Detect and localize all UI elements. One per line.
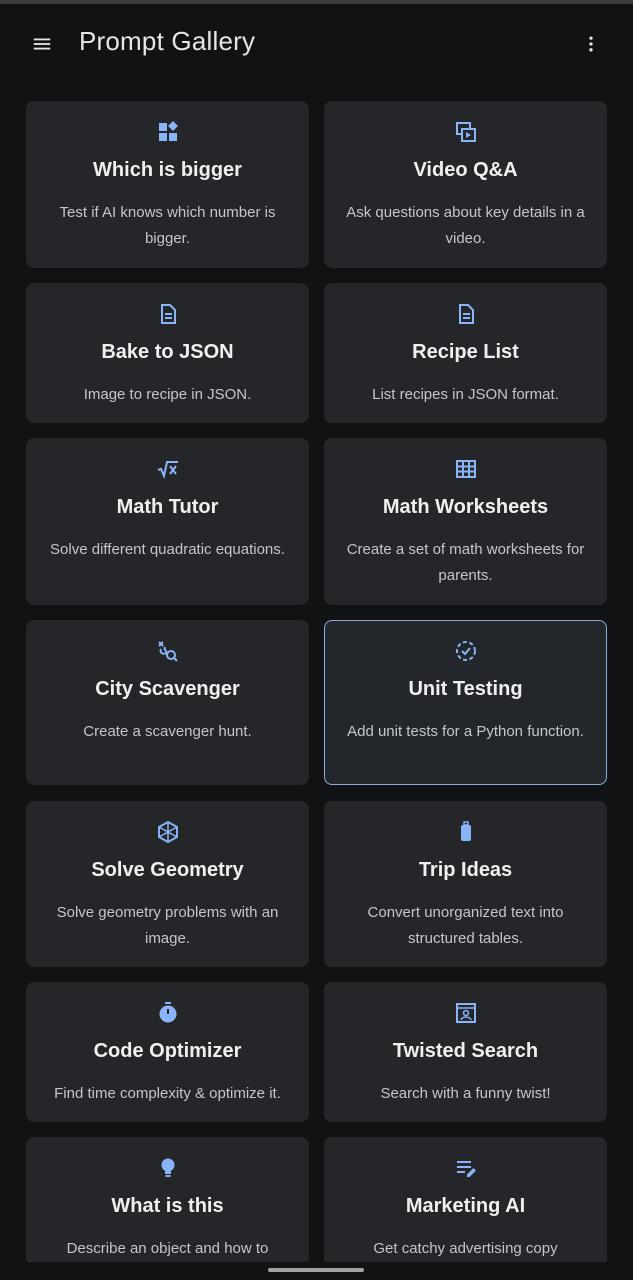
card-description: Image to recipe in JSON. — [83, 386, 252, 403]
more-vert-icon — [589, 36, 593, 52]
prompt-card[interactable]: Bake to JSON Image to recipe in JSON. — [26, 283, 309, 423]
card-description: Solve geometry problems with an image. — [56, 904, 279, 947]
route-search-icon — [27, 639, 308, 663]
video-library-icon — [325, 120, 606, 144]
card-description: Create a set of math worksheets for pare… — [346, 541, 585, 584]
card-description: Test if AI knows which number is bigger. — [59, 204, 276, 247]
card-description: List recipes in JSON format. — [372, 386, 559, 403]
card-description: Find time complexity & optimize it. — [54, 1085, 281, 1102]
card-title: City Scavenger — [95, 678, 240, 700]
card-title: Math Tutor — [116, 496, 219, 518]
card-title: Trip Ideas — [418, 859, 513, 881]
card-description: Ask questions about key details in a vid… — [346, 204, 585, 247]
widgets-icon — [27, 120, 308, 144]
card-title: Math Worksheets — [382, 496, 549, 518]
card-description: Solve different quadratic equations. — [50, 541, 285, 558]
prompt-card-selected[interactable]: Unit Testing Add unit tests for a Python… — [324, 620, 607, 785]
prompt-card[interactable]: Code Optimizer Find time complexity & op… — [26, 982, 309, 1122]
polyhedron-icon — [27, 820, 308, 844]
card-title: Marketing AI — [405, 1195, 526, 1217]
card-title: Code Optimizer — [93, 1040, 242, 1062]
table-icon — [325, 457, 606, 481]
card-title: Unit Testing — [408, 678, 523, 700]
prompt-card[interactable]: Which is bigger Test if AI knows which n… — [26, 101, 309, 268]
card-title: Solve Geometry — [91, 859, 244, 881]
card-title: Twisted Search — [392, 1040, 539, 1062]
portrait-frame-icon — [325, 1001, 606, 1025]
prompt-card[interactable]: Solve Geometry Solve geometry problems w… — [26, 801, 309, 967]
card-title: Bake to JSON — [101, 341, 234, 363]
dashed-check-circle-icon — [325, 639, 606, 663]
timer-icon — [27, 1001, 308, 1025]
prompt-card[interactable]: Marketing AI Get catchy advertising copy — [324, 1137, 607, 1267]
edit-notes-icon — [325, 1156, 606, 1180]
card-title: Video Q&A — [413, 159, 518, 181]
app-bar: Prompt Gallery — [0, 4, 633, 86]
page-title: Prompt Gallery — [79, 26, 256, 56]
card-title: What is this — [111, 1195, 224, 1217]
prompt-card[interactable]: Recipe List List recipes in JSON format. — [324, 283, 607, 423]
prompt-card[interactable]: Math Tutor Solve different quadratic equ… — [26, 438, 309, 605]
card-description: Describe an object and how to — [66, 1240, 269, 1257]
card-description: Get catchy advertising copy — [373, 1240, 558, 1257]
luggage-icon — [325, 820, 606, 844]
more-options-button[interactable] — [574, 26, 608, 62]
menu-button[interactable] — [22, 26, 62, 62]
prompt-card[interactable]: City Scavenger Create a scavenger hunt. — [26, 620, 309, 785]
lightbulb-icon — [27, 1156, 308, 1180]
card-description: Convert unorganized text into structured… — [367, 904, 564, 947]
prompt-card[interactable]: Video Q&A Ask questions about key detail… — [324, 101, 607, 268]
card-description: Create a scavenger hunt. — [83, 723, 252, 740]
prompt-card[interactable]: What is this Describe an object and how … — [26, 1137, 309, 1267]
card-title: Which is bigger — [93, 159, 242, 181]
hamburger-menu-icon — [33, 38, 51, 50]
card-description: Search with a funny twist! — [380, 1085, 551, 1102]
prompt-card[interactable]: Twisted Search Search with a funny twist… — [324, 982, 607, 1122]
prompt-card[interactable]: Trip Ideas Convert unorganized text into… — [324, 801, 607, 967]
document-icon — [325, 302, 606, 326]
gesture-home-bar[interactable] — [268, 1268, 364, 1272]
prompt-card[interactable]: Math Worksheets Create a set of math wor… — [324, 438, 607, 605]
card-title: Recipe List — [412, 341, 519, 363]
card-description: Add unit tests for a Python function. — [347, 723, 584, 740]
document-icon — [27, 302, 308, 326]
square-root-icon — [27, 457, 308, 481]
